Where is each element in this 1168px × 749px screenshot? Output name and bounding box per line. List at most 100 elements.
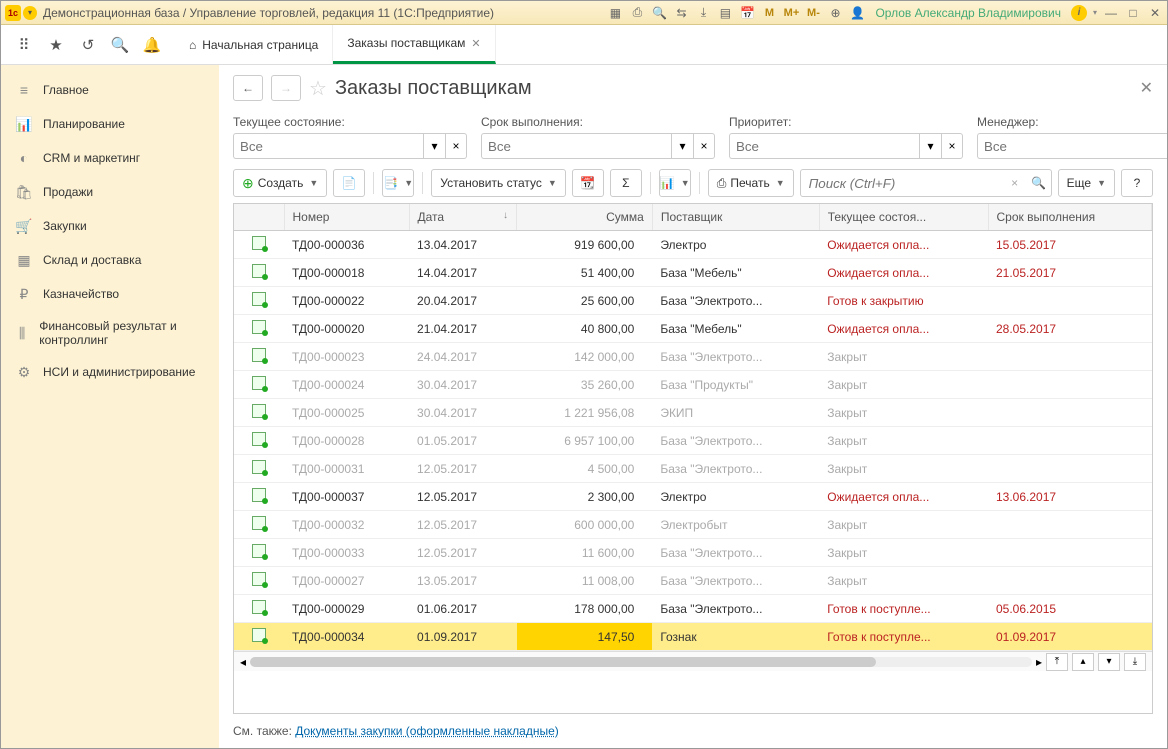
more-button[interactable]: Еще ▼ (1058, 169, 1115, 197)
table-row[interactable]: ТД00-00003312.05.201711 600,00База "Элек… (234, 539, 1152, 567)
compare-icon[interactable]: ⇆ (673, 5, 689, 21)
search-exec-icon[interactable]: 🔍 (1027, 176, 1051, 190)
export-icon[interactable]: ⤓ (695, 5, 711, 21)
sidebar-item-5[interactable]: ▦Склад и доставка (1, 243, 219, 277)
filter-priority-clear[interactable]: × (941, 133, 963, 159)
filter-due-input[interactable] (481, 133, 671, 159)
scroll-down-icon[interactable]: ▾ (1098, 653, 1120, 671)
table-row[interactable]: ТД00-00003401.09.2017147,50ГознакГотов к… (234, 623, 1152, 651)
filter-priority-input[interactable] (729, 133, 919, 159)
cell-date: 12.05.2017 (409, 455, 517, 483)
filter-due-clear[interactable]: × (693, 133, 715, 159)
search-input[interactable] (801, 176, 1003, 191)
memory-m-icon[interactable]: M (761, 5, 777, 21)
filter-state-input[interactable] (233, 133, 423, 159)
search-icon[interactable]: 🔍 (111, 36, 129, 54)
scroll-up-icon[interactable]: ▴ (1072, 653, 1094, 671)
history-icon[interactable]: ↺ (79, 36, 97, 54)
table-row[interactable]: ТД00-00001814.04.201751 400,00База "Мебе… (234, 259, 1152, 287)
filter-due-dropdown[interactable]: ▾ (671, 133, 693, 159)
filter-priority-dropdown[interactable]: ▾ (919, 133, 941, 159)
sidebar-item-1[interactable]: 📊Планирование (1, 107, 219, 141)
search-clear-icon[interactable]: × (1003, 176, 1027, 190)
help-button[interactable]: ? (1121, 169, 1153, 197)
sidebar-label: Закупки (43, 219, 87, 233)
cell-due: 21.05.2017 (988, 259, 1152, 287)
set-status-button[interactable]: Установить статус ▼ (431, 169, 566, 197)
col-supplier[interactable]: Поставщик (652, 204, 819, 231)
filter-state-dropdown[interactable]: ▾ (423, 133, 445, 159)
memory-mplus-icon[interactable]: M+ (783, 5, 799, 21)
sidebar-item-4[interactable]: 🛒Закупки (1, 209, 219, 243)
report-button[interactable]: 📊▼ (659, 169, 691, 197)
sidebar-item-0[interactable]: ≡Главное (1, 73, 219, 107)
save-icon[interactable]: ▦ (607, 5, 623, 21)
col-state[interactable]: Текущее состоя... (819, 204, 988, 231)
user-name[interactable]: Орлов Александр Владимирович (875, 6, 1061, 20)
cell-sum: 147,50 (517, 623, 653, 651)
table-row[interactable]: ТД00-00003613.04.2017919 600,00ЭлектроОж… (234, 231, 1152, 259)
nav-back-button[interactable]: ← (233, 75, 263, 101)
app-menu-dropdown[interactable]: ▾ (23, 6, 37, 20)
memory-mminus-icon[interactable]: M- (805, 5, 821, 21)
favorite-icon[interactable]: ★ (47, 36, 65, 54)
preview-icon[interactable]: 🔍 (651, 5, 667, 21)
sidebar-item-8[interactable]: ⚙НСИ и администрирование (1, 355, 219, 389)
col-icon[interactable] (234, 204, 284, 231)
sidebar-item-2[interactable]: ◐CRM и маркетинг (1, 141, 219, 175)
sidebar-item-3[interactable]: 🛍Продажи (1, 175, 219, 209)
dates-button[interactable]: 📆 (572, 169, 604, 197)
sum-button[interactable]: Σ (610, 169, 642, 197)
sidebar-icon: ₽ (15, 285, 33, 303)
table-row[interactable]: ТД00-00002220.04.201725 600,00База "Элек… (234, 287, 1152, 315)
col-sum[interactable]: Сумма (517, 204, 653, 231)
sidebar-label: НСИ и администрирование (43, 365, 195, 379)
scroll-right-icon[interactable]: ▸ (1036, 655, 1042, 669)
zoom-icon[interactable]: ⊕ (827, 5, 843, 21)
table-row[interactable]: ТД00-00002530.04.20171 221 956,08ЭКИПЗак… (234, 399, 1152, 427)
table-row[interactable]: ТД00-00003112.05.20174 500,00База "Элект… (234, 455, 1152, 483)
search-box[interactable]: × 🔍 (800, 169, 1052, 197)
col-number[interactable]: Номер (284, 204, 409, 231)
col-due[interactable]: Срок выполнения (988, 204, 1152, 231)
table-row[interactable]: ТД00-00003712.05.20172 300,00ЭлектроОжид… (234, 483, 1152, 511)
calendar-icon[interactable]: 📅 (739, 5, 755, 21)
table-row[interactable]: ТД00-00002713.05.201711 008,00База "Элек… (234, 567, 1152, 595)
create-button[interactable]: ⊕ Создать ▼ (233, 169, 327, 197)
close-window-icon[interactable]: ✕ (1147, 5, 1163, 21)
table-row[interactable]: ТД00-00002901.06.2017178 000,00База "Эле… (234, 595, 1152, 623)
col-date[interactable]: Дата (409, 204, 517, 231)
table-row[interactable]: ТД00-00002430.04.201735 260,00База "Прод… (234, 371, 1152, 399)
horizontal-scrollbar[interactable]: ◂ ▸ ⤒ ▴ ▾ ⤓ (234, 651, 1152, 671)
maximize-icon[interactable]: □ (1125, 5, 1141, 21)
table-row[interactable]: ТД00-00003212.05.2017600 000,00Электробы… (234, 511, 1152, 539)
scroll-top-icon[interactable]: ⤒ (1046, 653, 1068, 671)
scroll-bottom-icon[interactable]: ⤓ (1124, 653, 1146, 671)
close-page-icon[interactable]: ✕ (1140, 78, 1153, 98)
filter-state-clear[interactable]: × (445, 133, 467, 159)
footer-link[interactable]: Документы закупки (оформленные накладные… (295, 724, 559, 738)
table-row[interactable]: ТД00-00002021.04.201740 800,00База "Мебе… (234, 315, 1152, 343)
nav-forward-button[interactable]: → (271, 75, 301, 101)
table-row[interactable]: ТД00-00002324.04.2017142 000,00База "Эле… (234, 343, 1152, 371)
document-icon (252, 376, 266, 390)
bell-icon[interactable]: 🔔 (143, 36, 161, 54)
set-status-label: Установить статус (440, 176, 542, 190)
print-button[interactable]: ⎙ Печать ▼ (708, 169, 794, 197)
copy-button[interactable]: 📄 (333, 169, 365, 197)
basis-button[interactable]: 📑▼ (382, 169, 414, 197)
scroll-left-icon[interactable]: ◂ (240, 655, 246, 669)
table-row[interactable]: ТД00-00002801.05.20176 957 100,00База "Э… (234, 427, 1152, 455)
minimize-icon[interactable]: — (1103, 5, 1119, 21)
print-icon[interactable]: ⎙ (629, 5, 645, 21)
apps-icon[interactable]: ⠿ (15, 36, 33, 54)
sidebar-item-7[interactable]: ⫼Финансовый результат и контроллинг (1, 311, 219, 355)
info-icon[interactable]: i (1071, 5, 1087, 21)
sidebar-item-6[interactable]: ₽Казначейство (1, 277, 219, 311)
calc-icon[interactable]: ▤ (717, 5, 733, 21)
tab-orders[interactable]: Заказы поставщикам ✕ (333, 25, 495, 64)
filter-manager-input[interactable] (977, 133, 1167, 159)
favorite-page-icon[interactable]: ☆ (309, 76, 327, 101)
tab-close-icon[interactable]: ✕ (471, 37, 480, 50)
tab-home[interactable]: ⌂ Начальная страница (175, 25, 333, 64)
